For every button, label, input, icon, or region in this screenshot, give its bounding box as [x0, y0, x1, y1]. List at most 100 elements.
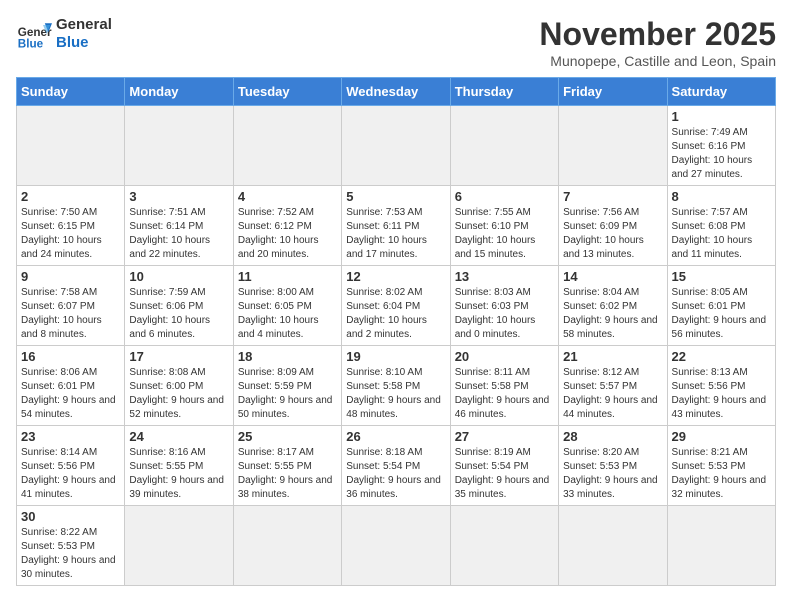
weekday-header-row: SundayMondayTuesdayWednesdayThursdayFrid…: [17, 78, 776, 106]
day-info: Sunrise: 8:09 AM Sunset: 5:59 PM Dayligh…: [238, 366, 337, 422]
day-number: 19: [346, 349, 445, 364]
weekday-header-thursday: Thursday: [450, 78, 558, 106]
calendar-cell: [559, 106, 667, 186]
weekday-header-monday: Monday: [125, 78, 233, 106]
calendar-cell: [450, 506, 558, 586]
day-number: 21: [563, 349, 662, 364]
day-info: Sunrise: 8:11 AM Sunset: 5:58 PM Dayligh…: [455, 366, 554, 422]
logo: General Blue General Blue: [16, 16, 112, 52]
day-info: Sunrise: 7:55 AM Sunset: 6:10 PM Dayligh…: [455, 206, 554, 262]
day-number: 17: [129, 349, 228, 364]
day-number: 18: [238, 349, 337, 364]
calendar-cell: 23 Sunrise: 8:14 AM Sunset: 5:56 PM Dayli…: [17, 426, 125, 506]
calendar-cell: 28 Sunrise: 8:20 AM Sunset: 5:53 PM Dayli…: [559, 426, 667, 506]
calendar-cell: 30Sunrise: 8:22 AM Sunset: 5:53 PM Dayli…: [17, 506, 125, 586]
calendar-cell: [559, 506, 667, 586]
day-number: 14: [563, 269, 662, 284]
day-number: 16: [21, 349, 120, 364]
calendar-week-2: 2 Sunrise: 7:50 AM Sunset: 6:15 PM Daylig…: [17, 186, 776, 266]
day-info: Sunrise: 8:20 AM Sunset: 5:53 PM Dayligh…: [563, 446, 662, 502]
day-number: 2: [21, 189, 120, 204]
calendar-cell: [125, 106, 233, 186]
calendar-cell: 2 Sunrise: 7:50 AM Sunset: 6:15 PM Daylig…: [17, 186, 125, 266]
calendar-cell: 22Sunrise: 8:13 AM Sunset: 5:56 PM Dayli…: [667, 346, 775, 426]
calendar-cell: 19Sunrise: 8:10 AM Sunset: 5:58 PM Dayli…: [342, 346, 450, 426]
day-info: Sunrise: 8:22 AM Sunset: 5:53 PM Dayligh…: [21, 526, 120, 582]
day-number: 11: [238, 269, 337, 284]
day-number: 10: [129, 269, 228, 284]
calendar-cell: 20 Sunrise: 8:11 AM Sunset: 5:58 PM Dayli…: [450, 346, 558, 426]
calendar-cell: 1 Sunrise: 7:49 AM Sunset: 6:16 PM Daylig…: [667, 106, 775, 186]
day-number: 25: [238, 429, 337, 444]
day-info: Sunrise: 8:12 AM Sunset: 5:57 PM Dayligh…: [563, 366, 662, 422]
day-info: Sunrise: 8:08 AM Sunset: 6:00 PM Dayligh…: [129, 366, 228, 422]
calendar-cell: 15 Sunrise: 8:05 AM Sunset: 6:01 PM Dayli…: [667, 266, 775, 346]
day-info: Sunrise: 7:50 AM Sunset: 6:15 PM Dayligh…: [21, 206, 120, 262]
calendar-cell: 5Sunrise: 7:53 AM Sunset: 6:11 PM Daylig…: [342, 186, 450, 266]
calendar-cell: 7Sunrise: 7:56 AM Sunset: 6:09 PM Daylig…: [559, 186, 667, 266]
title-area: November 2025 Munopepe, Castille and Leo…: [539, 16, 776, 69]
day-info: Sunrise: 7:49 AM Sunset: 6:16 PM Dayligh…: [672, 126, 771, 182]
weekday-header-sunday: Sunday: [17, 78, 125, 106]
calendar-cell: 8Sunrise: 7:57 AM Sunset: 6:08 PM Daylig…: [667, 186, 775, 266]
calendar-cell: 3Sunrise: 7:51 AM Sunset: 6:14 PM Daylig…: [125, 186, 233, 266]
calendar-week-1: 1 Sunrise: 7:49 AM Sunset: 6:16 PM Daylig…: [17, 106, 776, 186]
day-info: Sunrise: 7:52 AM Sunset: 6:12 PM Dayligh…: [238, 206, 337, 262]
day-info: Sunrise: 7:51 AM Sunset: 6:14 PM Dayligh…: [129, 206, 228, 262]
day-info: Sunrise: 8:03 AM Sunset: 6:03 PM Dayligh…: [455, 286, 554, 342]
day-info: Sunrise: 8:19 AM Sunset: 5:54 PM Dayligh…: [455, 446, 554, 502]
day-info: Sunrise: 8:17 AM Sunset: 5:55 PM Dayligh…: [238, 446, 337, 502]
day-info: Sunrise: 8:14 AM Sunset: 5:56 PM Dayligh…: [21, 446, 120, 502]
calendar-cell: [342, 506, 450, 586]
calendar-cell: [17, 106, 125, 186]
day-number: 24: [129, 429, 228, 444]
calendar-cell: 21 Sunrise: 8:12 AM Sunset: 5:57 PM Dayli…: [559, 346, 667, 426]
day-info: Sunrise: 7:58 AM Sunset: 6:07 PM Dayligh…: [21, 286, 120, 342]
logo-icon: General Blue: [16, 16, 52, 52]
logo-general: General: [56, 16, 112, 34]
weekday-header-saturday: Saturday: [667, 78, 775, 106]
month-title: November 2025: [539, 16, 776, 53]
calendar-cell: 11 Sunrise: 8:00 AM Sunset: 6:05 PM Dayli…: [233, 266, 341, 346]
calendar-week-3: 9 Sunrise: 7:58 AM Sunset: 6:07 PM Daylig…: [17, 266, 776, 346]
calendar-cell: 18 Sunrise: 8:09 AM Sunset: 5:59 PM Dayli…: [233, 346, 341, 426]
day-number: 6: [455, 189, 554, 204]
day-info: Sunrise: 8:21 AM Sunset: 5:53 PM Dayligh…: [672, 446, 771, 502]
day-info: Sunrise: 8:02 AM Sunset: 6:04 PM Dayligh…: [346, 286, 445, 342]
logo-blue: Blue: [56, 34, 112, 52]
day-number: 9: [21, 269, 120, 284]
weekday-header-tuesday: Tuesday: [233, 78, 341, 106]
day-info: Sunrise: 7:57 AM Sunset: 6:08 PM Dayligh…: [672, 206, 771, 262]
calendar-cell: 12Sunrise: 8:02 AM Sunset: 6:04 PM Dayli…: [342, 266, 450, 346]
calendar-cell: 17 Sunrise: 8:08 AM Sunset: 6:00 PM Dayli…: [125, 346, 233, 426]
calendar-cell: [233, 506, 341, 586]
day-number: 28: [563, 429, 662, 444]
weekday-header-friday: Friday: [559, 78, 667, 106]
calendar-cell: 27Sunrise: 8:19 AM Sunset: 5:54 PM Dayli…: [450, 426, 558, 506]
calendar-cell: 14Sunrise: 8:04 AM Sunset: 6:02 PM Dayli…: [559, 266, 667, 346]
page-header: General Blue General Blue November 2025 …: [16, 16, 776, 69]
calendar-cell: 26Sunrise: 8:18 AM Sunset: 5:54 PM Dayli…: [342, 426, 450, 506]
day-number: 29: [672, 429, 771, 444]
calendar-week-6: 30Sunrise: 8:22 AM Sunset: 5:53 PM Dayli…: [17, 506, 776, 586]
day-number: 23: [21, 429, 120, 444]
day-info: Sunrise: 8:06 AM Sunset: 6:01 PM Dayligh…: [21, 366, 120, 422]
day-info: Sunrise: 8:16 AM Sunset: 5:55 PM Dayligh…: [129, 446, 228, 502]
day-number: 22: [672, 349, 771, 364]
day-number: 7: [563, 189, 662, 204]
day-number: 1: [672, 109, 771, 124]
day-number: 15: [672, 269, 771, 284]
day-number: 13: [455, 269, 554, 284]
calendar-cell: 24 Sunrise: 8:16 AM Sunset: 5:55 PM Dayli…: [125, 426, 233, 506]
location-title: Munopepe, Castille and Leon, Spain: [539, 53, 776, 69]
day-number: 20: [455, 349, 554, 364]
calendar-week-4: 16 Sunrise: 8:06 AM Sunset: 6:01 PM Dayli…: [17, 346, 776, 426]
calendar-cell: 16 Sunrise: 8:06 AM Sunset: 6:01 PM Dayli…: [17, 346, 125, 426]
calendar-table: SundayMondayTuesdayWednesdayThursdayFrid…: [16, 77, 776, 586]
day-info: Sunrise: 8:05 AM Sunset: 6:01 PM Dayligh…: [672, 286, 771, 342]
calendar-cell: [125, 506, 233, 586]
calendar-cell: [450, 106, 558, 186]
svg-text:Blue: Blue: [18, 38, 44, 51]
calendar-cell: 25 Sunrise: 8:17 AM Sunset: 5:55 PM Dayli…: [233, 426, 341, 506]
day-info: Sunrise: 8:00 AM Sunset: 6:05 PM Dayligh…: [238, 286, 337, 342]
